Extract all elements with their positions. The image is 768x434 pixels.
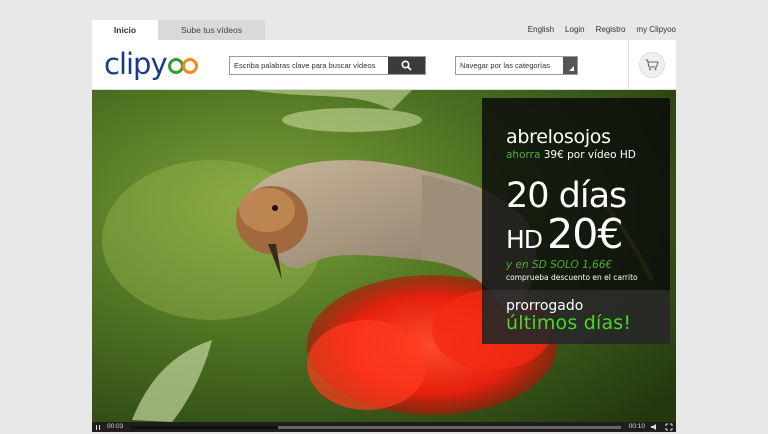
- seek-bar[interactable]: [131, 425, 621, 429]
- pause-icon-bar: [95, 424, 98, 430]
- category-select-value: Navegar por las categorías: [460, 61, 551, 70]
- login-link[interactable]: Login: [565, 20, 585, 40]
- promo-save-label: ahorra: [506, 149, 541, 161]
- promo-days: 20 días: [506, 176, 627, 216]
- fullscreen-icon: [665, 423, 673, 431]
- tab-upload-videos[interactable]: Sube tus vídeos: [158, 20, 265, 40]
- current-time: 00:03: [107, 423, 124, 430]
- search-icon: [401, 60, 412, 71]
- search-box: Escriba palabras clave para buscar vídeo…: [229, 56, 426, 75]
- top-tabs: Inicio Sube tus vídeos: [92, 20, 265, 40]
- player-controls: 00:03 00:10: [92, 422, 676, 432]
- clipyoo-logo[interactable]: clipy: [104, 47, 198, 81]
- promo-last-days: últimos días!: [506, 312, 632, 334]
- volume-icon: [651, 424, 656, 430]
- logo-ring-orange: [181, 58, 198, 74]
- promo-hd-value: 20€: [547, 210, 623, 258]
- duration: 00:10: [628, 423, 645, 430]
- tab-inicio[interactable]: Inicio: [92, 20, 158, 40]
- logo-rings: [167, 58, 198, 74]
- language-link[interactable]: English: [528, 20, 554, 40]
- cart-button[interactable]: [639, 52, 665, 78]
- promo-cart-note: comprueba descuento en el carrito: [506, 273, 638, 282]
- my-account-link[interactable]: my Clipyoo: [636, 20, 676, 40]
- dropdown-arrow-icon: [563, 57, 577, 74]
- promo-headline: abrelosojos: [506, 126, 611, 148]
- fullscreen-button[interactable]: [662, 422, 676, 432]
- top-links: English Login Registro my Clipyoo: [528, 20, 676, 40]
- page: Inicio Sube tus vídeos English Login Reg…: [92, 20, 676, 432]
- progress-bar: [131, 425, 279, 429]
- logo-text: clipy: [104, 47, 168, 81]
- category-select[interactable]: Navegar por las categorías: [455, 56, 578, 75]
- pause-button[interactable]: [92, 422, 104, 432]
- header-divider: [628, 40, 629, 90]
- promo-save-value: 39€ por vídeo HD: [543, 149, 636, 161]
- site-header: clipy Escriba palabras clave para buscar…: [92, 40, 676, 90]
- cart-icon: [645, 59, 659, 71]
- search-input[interactable]: Escriba palabras clave para buscar vídeo…: [230, 57, 388, 74]
- promo-subline: ahorra 39€ por vídeo HD: [506, 149, 636, 161]
- register-link[interactable]: Registro: [596, 20, 626, 40]
- promo-hd-label: HD: [506, 225, 543, 254]
- search-button[interactable]: [388, 57, 425, 74]
- promo-hd-price: HD 20€: [506, 214, 623, 263]
- volume-button[interactable]: [648, 422, 662, 432]
- pause-icon-bar: [98, 424, 101, 430]
- promo-sd-price: y en SD SOLO 1,66€: [506, 259, 613, 271]
- video-player[interactable]: abrelosojos ahorra 39€ por vídeo HD 20 d…: [92, 90, 676, 422]
- promo-extended-banner[interactable]: prorrogado últimos días!: [482, 290, 670, 344]
